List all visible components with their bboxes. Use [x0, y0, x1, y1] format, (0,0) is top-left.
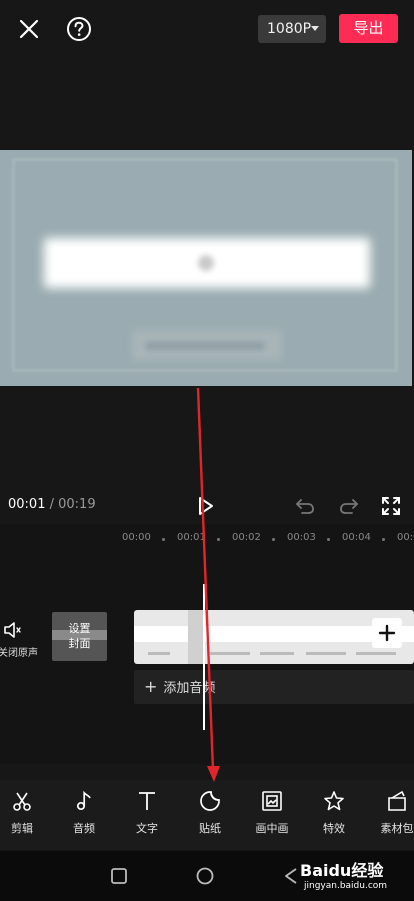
total-time: 00:19 [58, 497, 96, 512]
tool-effects[interactable]: 特效 [309, 790, 359, 836]
tool-material-pack[interactable]: 素材包 [372, 790, 414, 836]
time-ruler: 00:00 00:01 00:02 00:03 00:04 00:0 [0, 532, 414, 548]
ruler-tick: 00:03 [287, 532, 316, 543]
preview-area [0, 58, 414, 478]
ruler-dot [272, 538, 275, 541]
text-icon [139, 792, 155, 810]
tool-label: 贴纸 [199, 822, 221, 835]
ruler-dot [162, 538, 165, 541]
system-nav-bar: Baidu经验 jingyan.baidu.com [0, 851, 414, 901]
picture-in-picture-icon [262, 791, 282, 811]
play-icon[interactable] [192, 492, 220, 520]
tool-label: 特效 [323, 822, 345, 835]
redo-icon[interactable] [336, 493, 362, 519]
add-clip-button[interactable] [372, 618, 402, 648]
add-audio-button[interactable]: + 添加音频 [134, 670, 414, 704]
ruler-tick: 00:01 [177, 532, 206, 543]
cover-label-line1: 设置 [68, 622, 91, 635]
tool-label: 画中画 [255, 822, 289, 835]
ruler-dot [382, 538, 385, 541]
time-separator: / [45, 497, 59, 512]
tool-label: 剪辑 [11, 822, 33, 835]
timeline[interactable]: 00:00 00:01 00:02 00:03 00:04 00:0 关闭原声 … [0, 524, 414, 764]
resolution-value: 1080P [267, 21, 312, 37]
mute-original-label: 关闭原声 [0, 648, 38, 659]
set-cover-button[interactable]: 设置 封面 [52, 612, 107, 661]
home-icon[interactable] [194, 865, 216, 887]
tool-audio[interactable]: 音频 [59, 790, 109, 836]
playhead[interactable] [203, 584, 205, 730]
video-preview[interactable] [0, 150, 412, 386]
clip-frame-mark [260, 652, 294, 655]
tool-sticker[interactable]: 贴纸 [185, 790, 235, 836]
clip-frame-mark [148, 652, 170, 655]
ruler-tick: 00:04 [342, 532, 371, 543]
clip-frame-mark [210, 652, 250, 655]
ruler-dot [327, 538, 330, 541]
tool-pip[interactable]: 画中画 [247, 790, 297, 836]
playback-controls: 00:01 / 00:19 [0, 488, 414, 524]
music-note-icon [76, 790, 91, 811]
export-button[interactable]: 导出 [339, 14, 398, 43]
help-icon[interactable] [64, 14, 94, 44]
watermark-url: jingyan.baidu.com [304, 881, 388, 891]
speaker-icon [4, 622, 21, 638]
top-bar: 1080P 导出 [0, 0, 414, 58]
add-audio-label: 添加音频 [163, 681, 216, 696]
time-display: 00:01 / 00:19 [8, 497, 96, 512]
ruler-tick: 00:0 [397, 532, 414, 543]
tool-label: 文字 [136, 822, 158, 835]
mute-original-button[interactable]: 关闭原声 [0, 618, 40, 659]
current-time: 00:01 [8, 497, 46, 512]
sticker-icon [200, 791, 220, 811]
resolution-dropdown[interactable]: 1080P [258, 15, 326, 43]
caret-down-icon [311, 26, 319, 31]
watermark-brand: Baidu经验 [300, 861, 384, 880]
tool-label: 音频 [73, 822, 95, 835]
preview-blurred-dot [198, 255, 214, 271]
material-pack-icon [388, 790, 406, 811]
cover-label-line2: 封面 [68, 637, 91, 650]
ruler-tick: 00:02 [232, 532, 261, 543]
plus-icon [378, 624, 396, 642]
clip-frame-mark [356, 652, 396, 655]
scissors-icon [13, 792, 31, 811]
recents-icon[interactable] [108, 865, 130, 887]
fullscreen-icon[interactable] [378, 493, 404, 519]
clip-frame-gap [188, 610, 204, 664]
plus-icon: + [144, 677, 158, 696]
star-effect-icon [324, 791, 344, 811]
baidu-watermark: Baidu经验 jingyan.baidu.com [298, 857, 414, 897]
ruler-dot [217, 538, 220, 541]
bottom-toolbar: 剪辑 音频 文字 贴纸 画中画 特效 素材包 [0, 780, 414, 850]
close-icon[interactable] [14, 14, 44, 44]
tool-cut[interactable]: 剪辑 [0, 790, 47, 836]
ruler-tick: 00:00 [122, 532, 151, 543]
tool-text[interactable]: 文字 [122, 790, 172, 836]
preview-blurred-text [146, 342, 264, 350]
tool-label: 素材包 [380, 822, 414, 835]
clip-frame-mark [306, 652, 346, 655]
undo-icon[interactable] [292, 493, 318, 519]
